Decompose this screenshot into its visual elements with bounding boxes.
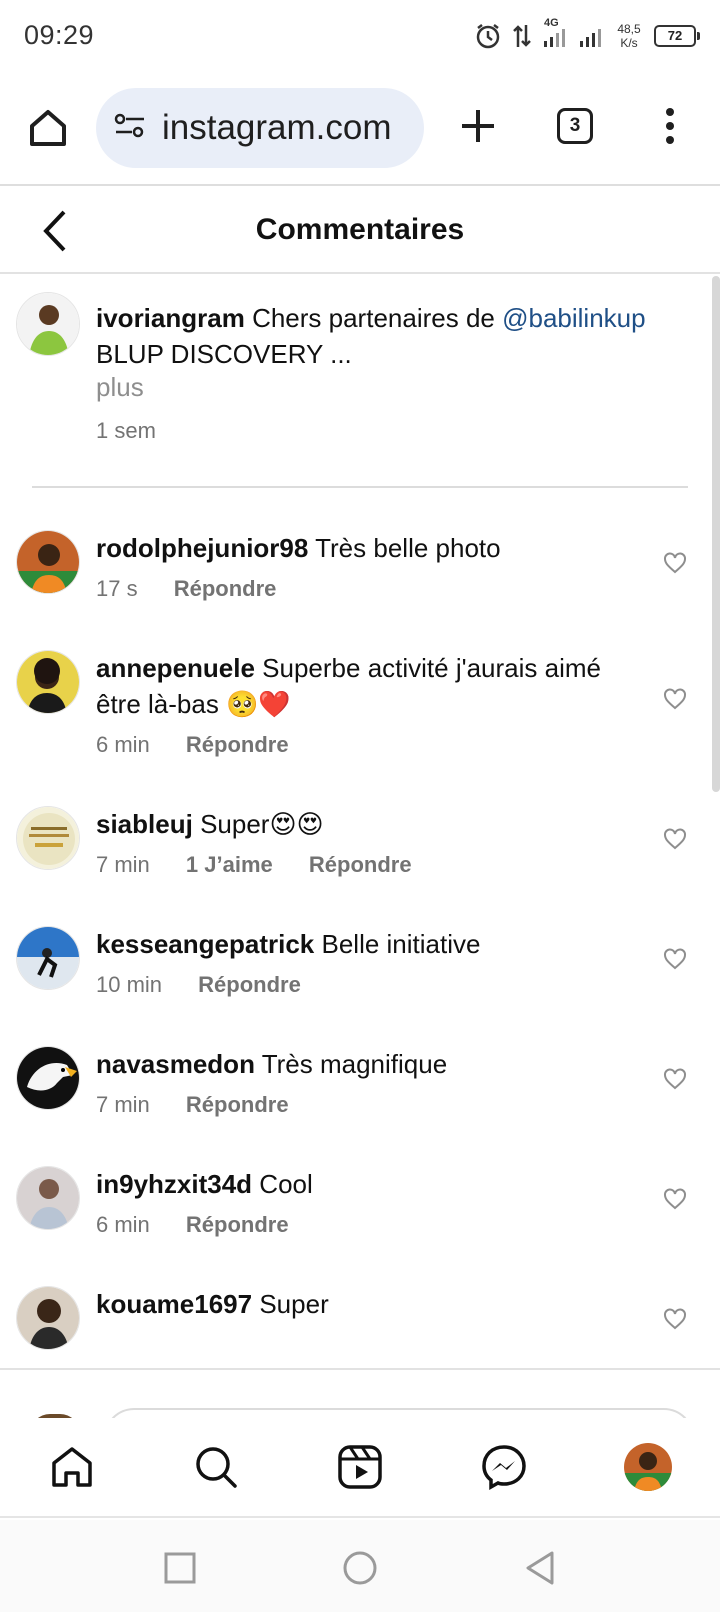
recent-apps-icon[interactable]: [160, 1548, 200, 1588]
comment-username[interactable]: kesseangepatrick: [96, 929, 314, 959]
avatar: [624, 1443, 672, 1491]
avatar[interactable]: [16, 1286, 80, 1350]
comment-meta: 10 min Répondre: [96, 972, 331, 998]
comment-time: 6 min: [96, 1212, 150, 1237]
comment-body: Cool: [259, 1169, 313, 1199]
speed-value: 48,5: [617, 22, 641, 36]
avatar[interactable]: [16, 1046, 80, 1110]
reply-button[interactable]: Répondre: [198, 972, 301, 997]
profile-avatar[interactable]: [620, 1439, 676, 1495]
search-icon[interactable]: [188, 1439, 244, 1495]
comment-time: 7 min: [96, 852, 150, 877]
network-type-label: 4G: [544, 17, 559, 29]
comment-username[interactable]: in9yhzxit34d: [96, 1169, 252, 1199]
heart-icon[interactable]: [662, 1186, 688, 1212]
heart-icon[interactable]: [662, 686, 688, 712]
status-bar: 09:29 4G 48,5 K/s 72: [0, 0, 720, 74]
system-navigation-bar: [0, 1520, 720, 1612]
browser-toolbar: instagram.com 3: [0, 74, 720, 186]
comment-body: Belle initiative: [321, 929, 481, 959]
network-speed: 48,5 K/s: [614, 22, 644, 50]
browser-home-icon[interactable]: [26, 106, 70, 150]
divider: [0, 1368, 720, 1370]
comment-time: 7 min: [96, 1092, 150, 1117]
comment-username[interactable]: kouame1697: [96, 1289, 252, 1319]
battery-level: 72: [667, 28, 683, 43]
comment-username[interactable]: rodolphejunior98: [96, 533, 308, 563]
reply-button[interactable]: Répondre: [186, 1212, 289, 1237]
comment-time: 6 min: [96, 732, 150, 757]
comment-text: kesseangepatrick Belle initiative: [96, 926, 636, 962]
reels-icon[interactable]: [332, 1439, 388, 1495]
url-text: instagram.com: [162, 108, 392, 147]
system-back-icon[interactable]: [520, 1548, 560, 1588]
comment-text: siableuj Super😍😍: [96, 806, 636, 842]
comment-text: in9yhzxit34d Cool: [96, 1166, 636, 1202]
comment-username[interactable]: siableuj: [96, 809, 193, 839]
status-icons: 4G 48,5 K/s 72: [474, 17, 700, 54]
avatar[interactable]: [16, 1166, 80, 1230]
comment-body: Super: [259, 1289, 329, 1319]
comment-time: 10 min: [96, 972, 163, 997]
speed-unit: K/s: [620, 36, 638, 50]
avatar[interactable]: [16, 806, 80, 870]
reply-button[interactable]: Répondre: [186, 1092, 289, 1117]
new-tab-icon[interactable]: [458, 104, 498, 148]
messenger-icon[interactable]: [476, 1439, 532, 1495]
address-bar[interactable]: instagram.com: [96, 88, 424, 168]
data-transfer-icon: [512, 23, 532, 49]
avatar[interactable]: [16, 650, 80, 714]
comment-time: 17 s: [96, 576, 138, 601]
tab-switcher-button[interactable]: 3: [557, 108, 593, 144]
heart-icon[interactable]: [662, 550, 688, 576]
heart-icon[interactable]: [662, 826, 688, 852]
comment-meta: 7 min 1 J’aime Répondre: [96, 852, 442, 878]
likes-count[interactable]: 1 J’aime: [186, 852, 273, 877]
comment-meta: 6 min Répondre: [96, 1212, 319, 1238]
comments-list[interactable]: rodolphejunior98 Très belle photo 17 s R…: [0, 276, 720, 1368]
comment-text: kouame1697 Super: [96, 1286, 636, 1322]
comment-body: Très belle photo: [315, 533, 501, 563]
bottom-nav: [0, 1418, 720, 1518]
comment-body: Super😍😍: [200, 809, 324, 839]
avatar[interactable]: [16, 926, 80, 990]
comment-text: navasmedon Très magnifique: [96, 1046, 636, 1082]
heart-icon[interactable]: [662, 1066, 688, 1092]
signal-4g-icon: 4G: [542, 17, 568, 49]
reply-button[interactable]: Répondre: [309, 852, 412, 877]
comments-header: Commentaires: [0, 186, 720, 274]
browser-menu-icon[interactable]: [660, 104, 680, 148]
heart-icon[interactable]: [662, 946, 688, 972]
comment-text: rodolphejunior98 Très belle photo: [96, 530, 636, 566]
comment-meta: 7 min Répondre: [96, 1092, 319, 1118]
status-time: 09:29: [24, 20, 95, 50]
site-settings-icon[interactable]: [114, 112, 146, 145]
reply-button[interactable]: Répondre: [186, 732, 289, 757]
comment-username[interactable]: annepenuele: [96, 653, 255, 683]
battery-indicator: 72: [654, 25, 700, 47]
home-icon[interactable]: [44, 1439, 100, 1495]
avatar[interactable]: [16, 530, 80, 594]
comment-text: annepenuele Superbe activité j'aurais ai…: [96, 650, 636, 722]
page-title: Commentaires: [255, 213, 465, 246]
heart-icon[interactable]: [662, 1306, 688, 1332]
reply-button[interactable]: Répondre: [174, 576, 277, 601]
signal-icon: [578, 23, 604, 49]
system-home-icon[interactable]: [340, 1548, 380, 1588]
comment-username[interactable]: navasmedon: [96, 1049, 255, 1079]
comment-body: Très magnifique: [261, 1049, 448, 1079]
comment-meta: 17 s Répondre: [96, 576, 306, 602]
comment-meta: 6 min Répondre: [96, 732, 319, 758]
alarm-icon: [474, 22, 502, 50]
